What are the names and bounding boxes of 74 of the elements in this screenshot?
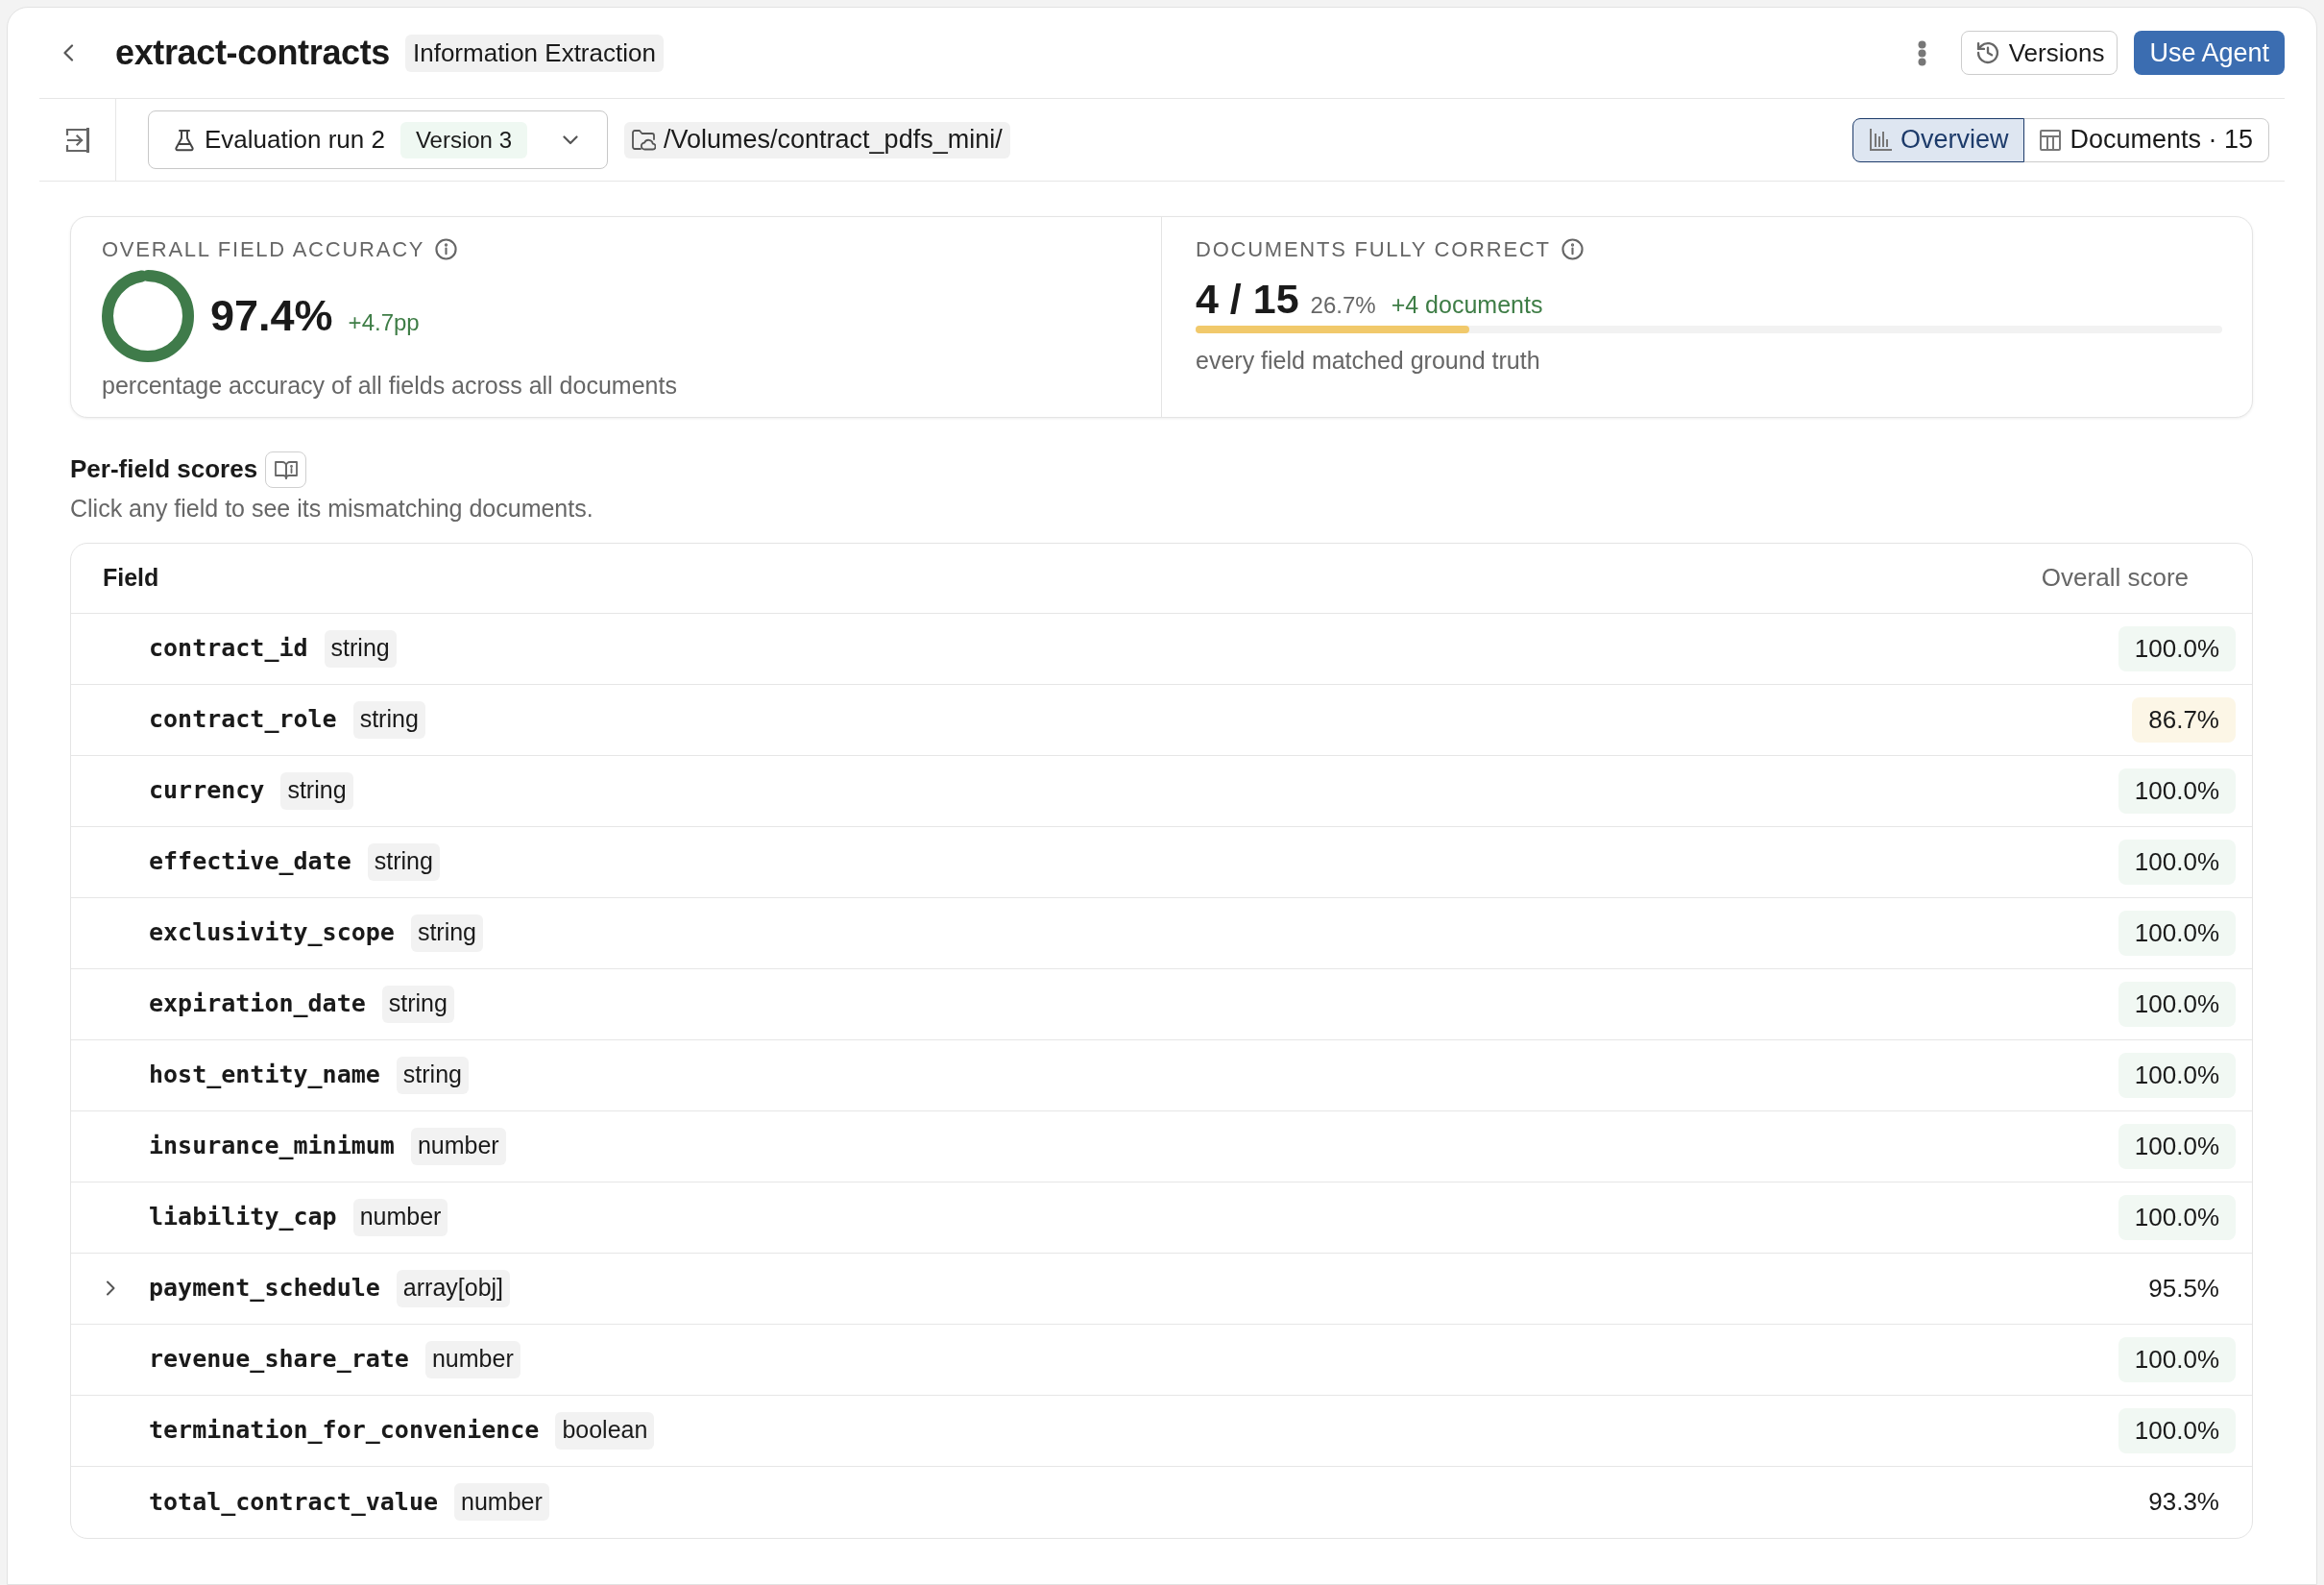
metric-value: 97.4% xyxy=(210,290,333,343)
metric-label: OVERALL FIELD ACCURACY xyxy=(102,235,425,263)
field-name[interactable]: revenue_share_rate xyxy=(149,1341,409,1378)
type-tag: boolean xyxy=(555,1411,655,1450)
type-tag: string xyxy=(324,629,397,668)
metric-caption: every field matched ground truth xyxy=(1196,346,1541,376)
field-name[interactable]: insurance_minimum xyxy=(149,1128,395,1164)
info-icon[interactable] xyxy=(1561,237,1584,260)
metric-caption: percentage accuracy of all fields across all documents xyxy=(102,371,678,401)
type-tag: number xyxy=(410,1127,506,1165)
flask-icon xyxy=(174,128,195,152)
field-name[interactable]: host_entity_name xyxy=(149,1057,380,1093)
field-name[interactable]: exclusivity_scope xyxy=(149,914,395,951)
score-value: 100.0% xyxy=(2118,1407,2236,1453)
score-value: 100.0% xyxy=(2118,910,2236,956)
field-name[interactable]: contract_role xyxy=(149,701,337,738)
field-name[interactable]: total_contract_value xyxy=(149,1483,439,1521)
type-tag: string xyxy=(352,700,425,739)
type-tag: string xyxy=(396,1056,469,1094)
type-tag: string xyxy=(280,771,353,810)
category-tag: Information Extraction xyxy=(405,34,664,72)
more-menu-icon[interactable] xyxy=(1917,39,1926,66)
column-header: Overall score xyxy=(2041,562,2189,594)
field-name[interactable]: currency xyxy=(149,772,265,809)
score-value: 100.0% xyxy=(2118,1123,2236,1169)
score-value: 100.0% xyxy=(2118,768,2236,814)
use-agent-button[interactable]: Use Agent xyxy=(2134,31,2285,75)
version-tag: Version 3 xyxy=(399,121,527,158)
chevron-down-icon xyxy=(563,134,578,145)
score-value: 100.0% xyxy=(2118,1336,2236,1382)
section-title: Per-field scores xyxy=(70,453,258,485)
metric-label: DOCUMENTS FULLY CORRECT xyxy=(1196,235,1551,263)
score-value: 100.0% xyxy=(2118,839,2236,885)
metric-change: +4.7pp xyxy=(348,308,420,338)
section-subtitle: Click any field to see its mismatching documents. xyxy=(70,494,594,524)
type-tag: string xyxy=(367,842,440,881)
back-icon[interactable] xyxy=(62,44,74,61)
score-value: 100.0% xyxy=(2118,1194,2236,1240)
type-tag: string xyxy=(410,914,483,952)
chevron-right-icon[interactable] xyxy=(105,1280,115,1296)
score-value: 100.0% xyxy=(2118,1052,2236,1098)
folder-cloud-icon xyxy=(632,129,656,151)
bar-chart-icon xyxy=(1868,128,1892,152)
info-icon[interactable] xyxy=(435,237,458,260)
table-icon xyxy=(2040,129,2062,151)
score-value: 95.5% xyxy=(2147,1272,2220,1305)
metric-change: +4 documents xyxy=(1391,290,1543,320)
view-tab[interactable]: Documents · 15 xyxy=(2023,117,2269,162)
type-tag: string xyxy=(381,985,454,1023)
guide-button[interactable] xyxy=(265,451,307,488)
versions-button[interactable]: Versions xyxy=(1960,31,2118,75)
run-select[interactable]: Evaluation run 2 Version 3 xyxy=(148,110,608,169)
view-tab[interactable]: Overview xyxy=(1852,117,2025,162)
score-value: 86.7% xyxy=(2132,696,2236,743)
field-name[interactable]: payment_schedule xyxy=(149,1270,380,1306)
field-name[interactable]: termination_for_convenience xyxy=(149,1412,540,1449)
type-tag: number xyxy=(454,1483,549,1521)
path-text: /Volumes/contract_pdfs_mini/ xyxy=(664,124,1003,157)
field-name[interactable]: liability_cap xyxy=(149,1199,337,1235)
type-tag: number xyxy=(352,1198,448,1236)
panel-expand-icon[interactable] xyxy=(64,127,90,153)
field-name[interactable]: effective_date xyxy=(149,843,351,880)
metric-percent: 26.7% xyxy=(1310,291,1376,320)
metric-value: 4 / 15 xyxy=(1196,275,1299,324)
score-value: 100.0% xyxy=(2118,981,2236,1027)
column-header: Field xyxy=(102,562,159,593)
type-tag: array[obj] xyxy=(396,1269,511,1307)
score-value: 100.0% xyxy=(2118,625,2236,671)
field-name[interactable]: contract_id xyxy=(149,630,308,667)
field-name[interactable]: expiration_date xyxy=(149,986,366,1022)
page-title: extract-contracts xyxy=(115,32,390,74)
score-value: 93.3% xyxy=(2147,1486,2220,1518)
book-icon xyxy=(274,459,298,479)
type-tag: number xyxy=(424,1340,520,1378)
